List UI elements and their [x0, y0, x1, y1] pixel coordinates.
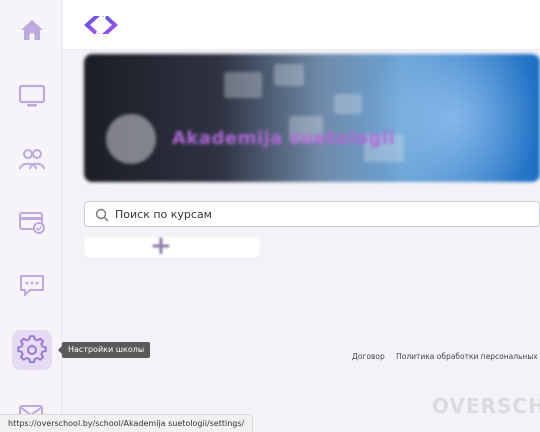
sidebar-item-payments[interactable] — [12, 202, 52, 242]
course-search[interactable] — [84, 201, 540, 227]
status-bar-url: https://overschool.by/school/Akademija s… — [0, 414, 254, 432]
sidebar-item-messages[interactable] — [12, 265, 52, 305]
footer-links: Договор Политика обработки персональных … — [352, 352, 540, 361]
sidebar-item-students[interactable] — [12, 139, 52, 179]
school-avatar — [106, 114, 156, 164]
users-icon — [19, 149, 45, 170]
sidebar — [0, 0, 62, 432]
card-icon — [19, 212, 45, 234]
overschool-logo-icon[interactable] — [80, 10, 122, 40]
search-icon — [95, 208, 109, 222]
top-bar — [62, 0, 540, 50]
brand-watermark: OVERSCH — [432, 394, 540, 418]
school-banner: Akademija suetologii — [84, 54, 540, 182]
plus-icon: + — [150, 237, 172, 258]
add-course-card[interactable]: + — [84, 237, 260, 258]
sidebar-item-settings[interactable] — [12, 330, 52, 370]
gear-icon — [17, 335, 47, 364]
search-input[interactable] — [115, 204, 515, 224]
settings-tooltip: Настройки школы — [57, 342, 151, 358]
privacy-policy-link[interactable]: Политика обработки персональных данн — [396, 352, 540, 361]
school-banner-title: Akademija suetologii — [172, 128, 396, 149]
chat-icon — [20, 275, 44, 296]
contract-link[interactable]: Договор — [352, 352, 385, 361]
sidebar-item-home[interactable] — [12, 10, 52, 50]
monitor-icon — [18, 84, 46, 107]
sidebar-item-courses[interactable] — [12, 76, 52, 116]
home-icon — [21, 20, 43, 40]
